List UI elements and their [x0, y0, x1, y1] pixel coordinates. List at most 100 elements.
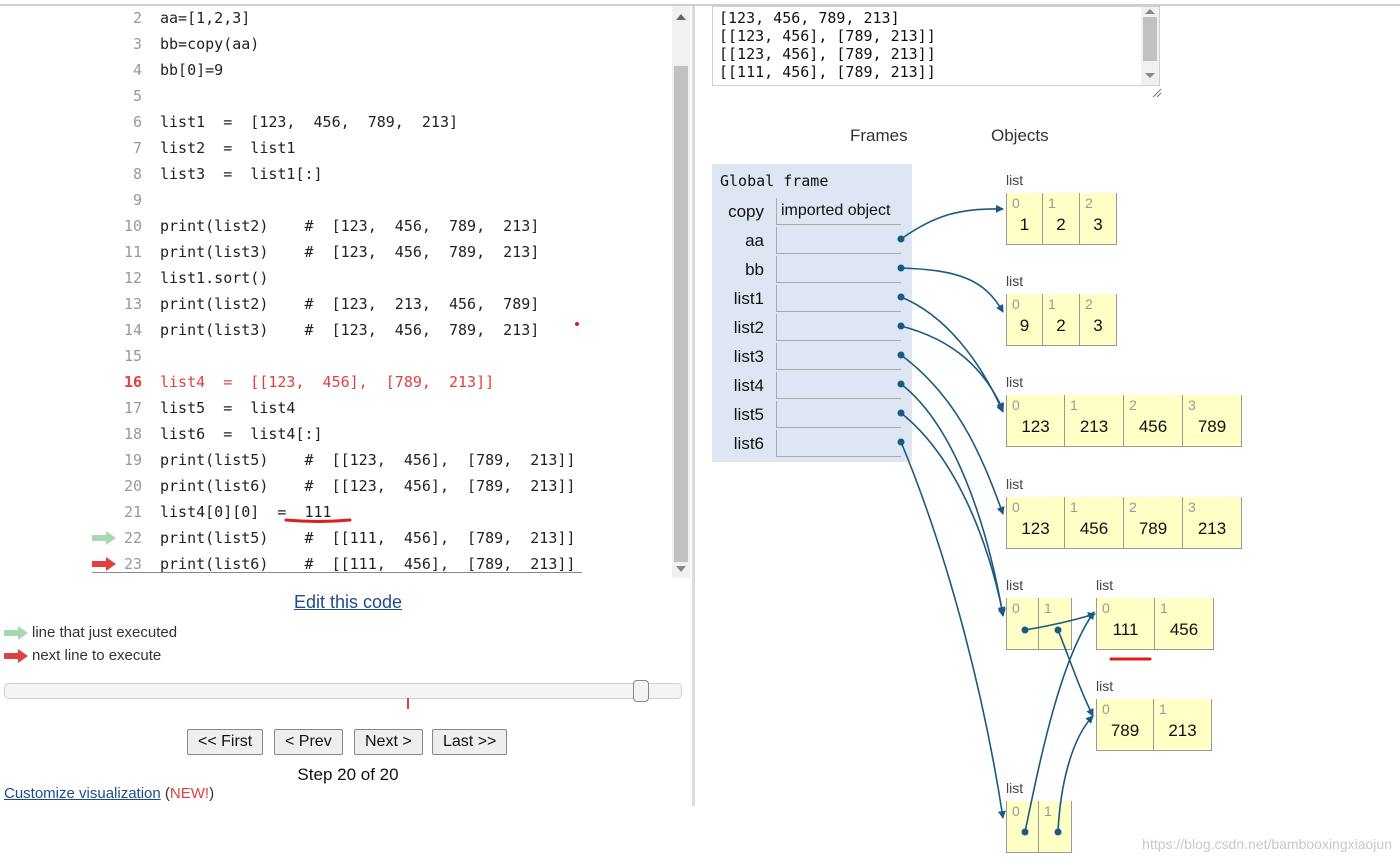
line-number[interactable]: 16: [112, 373, 142, 391]
frame-var-value: [776, 372, 901, 399]
code-line[interactable]: 21 list4[0][0] = 111: [0, 500, 672, 526]
output-scroll-down-icon[interactable]: [1145, 73, 1155, 78]
scroll-down-icon[interactable]: [676, 566, 686, 572]
code-line[interactable]: 18 list6 = list4[:]: [0, 422, 672, 448]
code-line[interactable]: 22 print(list5) # [[111, 456], [789, 213]…: [0, 526, 672, 552]
line-number[interactable]: 22: [112, 529, 142, 547]
watermark: https://blog.csdn.net/bambooxingxiaojun: [1142, 836, 1392, 852]
cell-index: 3: [1188, 499, 1196, 515]
prev-button[interactable]: < Prev: [274, 729, 343, 755]
line-number[interactable]: 13: [112, 295, 142, 313]
line-number[interactable]: 15: [112, 347, 142, 365]
program-output[interactable]: [123, 456, 789, 213] [[123, 456], [789, 2…: [712, 6, 1160, 86]
cell-index: 1: [1160, 600, 1168, 616]
next-button[interactable]: Next >: [354, 729, 423, 755]
code-display: 2 aa=[1,2,3] 3 bb=copy(aa) 4 bb[0]=9 5 6 list1 =…: [0, 6, 672, 578]
code-text: aa=[1,2,3]: [160, 9, 251, 27]
legend-just-executed-label: line that just executed: [32, 624, 178, 641]
pointer-arrow-list4: [900, 383, 1006, 617]
heap-cell: 1: [1039, 801, 1072, 853]
line-number[interactable]: 11: [112, 243, 142, 261]
cell-value: 3: [1093, 316, 1103, 335]
first-button[interactable]: << First: [187, 729, 264, 755]
frame-var-value: [776, 285, 901, 312]
code-line[interactable]: 7 list2 = list1: [0, 136, 672, 162]
line-number[interactable]: 3: [112, 35, 142, 53]
heap-list-list3_obj: 0 123 1 456 2 789 3 213: [1006, 497, 1242, 549]
line-number[interactable]: 7: [112, 139, 142, 157]
resize-handle-icon[interactable]: [1152, 88, 1162, 98]
code-line[interactable]: 23 print(list6) # [[111, 456], [789, 213]…: [0, 552, 672, 578]
code-line[interactable]: 13 print(list2) # [123, 213, 456, 789]: [0, 292, 672, 318]
code-line[interactable]: 11 print(list3) # [123, 456, 789, 213]: [0, 240, 672, 266]
code-line[interactable]: 16 list4 = [[123, 456], [789, 213]]: [0, 370, 672, 396]
heap-cell: 3 789: [1183, 395, 1242, 447]
cell-value: 456: [1169, 620, 1199, 639]
pointer-arrow-list5: [900, 412, 1006, 615]
code-line[interactable]: 19 print(list5) # [[123, 456], [789, 213]…: [0, 448, 672, 474]
line-number[interactable]: 18: [112, 425, 142, 443]
code-line[interactable]: 14 print(list3) # [123, 456, 789, 213]: [0, 318, 672, 344]
line-number[interactable]: 19: [112, 451, 142, 469]
line-number[interactable]: 20: [112, 477, 142, 495]
line-number[interactable]: 12: [112, 269, 142, 287]
cell-index: 1: [1070, 397, 1078, 413]
code-line[interactable]: 2 aa=[1,2,3]: [0, 6, 672, 32]
green-arrow-icon: [4, 626, 28, 640]
code-line[interactable]: 20 print(list6) # [[123, 456], [789, 213]…: [0, 474, 672, 500]
output-line: [123, 456, 789, 213]: [719, 9, 900, 27]
output-scrollbar-thumb[interactable]: [1143, 17, 1157, 61]
customize-visualization-link[interactable]: Customize visualization: [4, 785, 161, 802]
output-line: [[111, 456], [789, 213]]: [719, 63, 936, 81]
code-line[interactable]: 5: [0, 84, 672, 110]
line-number[interactable]: 10: [112, 217, 142, 235]
frame-var-list5: list5: [733, 405, 764, 424]
line-number[interactable]: 4: [112, 61, 142, 79]
code-line[interactable]: 12 list1.sort(): [0, 266, 672, 292]
cell-index: 0: [1012, 803, 1020, 819]
cell-index: 1: [1048, 296, 1056, 312]
heap-cell: 1 213: [1154, 699, 1212, 751]
code-line[interactable]: 3 bb=copy(aa): [0, 32, 672, 58]
cell-index: 1: [1048, 195, 1056, 211]
heap-type-label: list: [1096, 678, 1114, 694]
line-number[interactable]: 8: [112, 165, 142, 183]
code-line[interactable]: 15: [0, 344, 672, 370]
code-line[interactable]: 8 list3 = list1[:]: [0, 162, 672, 188]
cell-value: 2: [1056, 316, 1066, 335]
step-slider[interactable]: [4, 683, 682, 699]
line-number[interactable]: 5: [112, 87, 142, 105]
cell-value: 123: [1021, 519, 1050, 538]
step-slider-thumb[interactable]: [633, 680, 649, 702]
code-scrollbar-thumb[interactable]: [674, 66, 688, 562]
line-number[interactable]: 14: [112, 321, 142, 339]
code-line[interactable]: 10 print(list2) # [123, 456, 789, 213]: [0, 214, 672, 240]
edit-code-link[interactable]: Edit this code: [0, 592, 696, 613]
heap-cell: 09: [1006, 294, 1043, 346]
output-scroll-up-icon[interactable]: [1145, 9, 1155, 14]
cell-value: 1: [1019, 215, 1030, 234]
frames-header: Frames: [850, 126, 908, 145]
heap-cell: 12: [1043, 294, 1080, 346]
line-number[interactable]: 6: [112, 113, 142, 131]
last-button[interactable]: Last >>: [432, 729, 508, 755]
code-line[interactable]: 4 bb[0]=9: [0, 58, 672, 84]
line-number[interactable]: 2: [112, 9, 142, 27]
cell-value: 3: [1093, 215, 1103, 234]
code-line[interactable]: 6 list1 = [123, 456, 789, 213]: [0, 110, 672, 136]
panel-divider[interactable]: [692, 6, 695, 806]
line-number[interactable]: 23: [112, 555, 142, 573]
line-number[interactable]: 9: [112, 191, 142, 209]
scroll-up-icon[interactable]: [676, 14, 686, 20]
heap-cell: 0 123: [1006, 497, 1065, 549]
line-number[interactable]: 21: [112, 503, 142, 521]
cell-value: 456: [1138, 417, 1168, 436]
line-number[interactable]: 17: [112, 399, 142, 417]
code-scrollbar[interactable]: [672, 6, 690, 578]
cell-index: 1: [1070, 499, 1078, 515]
code-line[interactable]: 9: [0, 188, 672, 214]
cell-value: 789: [1110, 721, 1140, 740]
heap-cell: 1 456: [1155, 598, 1214, 650]
output-scrollbar[interactable]: [1141, 7, 1159, 85]
code-line[interactable]: 17 list5 = list4: [0, 396, 672, 422]
